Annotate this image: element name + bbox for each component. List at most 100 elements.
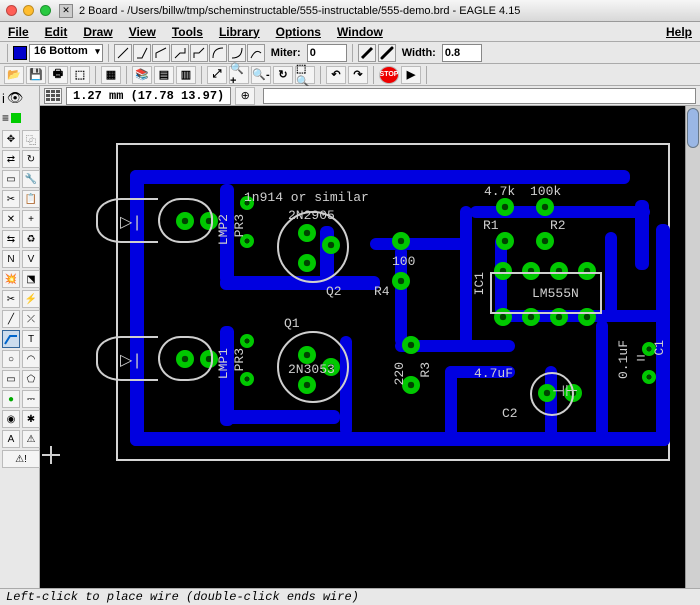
script-icon[interactable]: ▤ <box>154 66 174 84</box>
rotate-tool[interactable]: ↻ <box>22 150 40 168</box>
width-input[interactable] <box>442 44 482 62</box>
silk-c2: C2 <box>502 406 518 421</box>
text-tool[interactable]: T <box>22 330 40 348</box>
route-tool[interactable]: ╱ <box>2 310 20 328</box>
menu-bar: File Edit Draw View Tools Library Option… <box>0 22 700 42</box>
add-tool[interactable]: + <box>22 210 40 228</box>
bend-style-3[interactable] <box>152 44 170 62</box>
cut-tool[interactable]: ✂ <box>2 190 20 208</box>
copy-tool[interactable]: ⿻ <box>22 130 40 148</box>
layer-select[interactable]: 16 Bottom <box>29 44 103 62</box>
smash-tool[interactable]: 💥 <box>2 270 20 288</box>
wire-cap-1[interactable] <box>358 44 376 62</box>
zoom-select-icon[interactable]: ⬚🔍 <box>295 66 315 84</box>
redo-icon[interactable]: ↷ <box>348 66 368 84</box>
circle-tool[interactable]: ○ <box>2 350 20 368</box>
rect-tool[interactable]: ▭ <box>2 370 20 388</box>
change-tool[interactable]: 🔧 <box>22 170 40 188</box>
command-toolbox: i 👁 ≡ ✥ ⿻ ⇄ ↻ ▭ 🔧 ✂ 📋 ✕ + ⇆ ♻ N V 💥 ⬔ ✂ … <box>0 86 40 588</box>
group-tool[interactable]: ▭ <box>2 170 20 188</box>
stop-icon[interactable]: STOP <box>379 66 399 84</box>
bend-style-2[interactable] <box>133 44 151 62</box>
go-icon[interactable]: ▶ <box>401 66 421 84</box>
silk-pr3-top: PR3 <box>232 214 247 237</box>
wire-bend-group <box>114 44 265 62</box>
save-icon[interactable]: 💾 <box>26 66 46 84</box>
name-tool[interactable]: N <box>2 250 20 268</box>
miter-tool[interactable]: ⬔ <box>22 270 40 288</box>
menu-tools[interactable]: Tools <box>172 25 203 39</box>
open-icon[interactable]: 📂 <box>4 66 24 84</box>
bend-style-1[interactable] <box>114 44 132 62</box>
menu-draw[interactable]: Draw <box>83 25 112 39</box>
menu-file[interactable]: File <box>8 25 29 39</box>
mirror-tool[interactable]: ⇄ <box>2 150 20 168</box>
minimize-window[interactable] <box>23 5 34 16</box>
silk-100k: 100k <box>530 184 561 199</box>
polygon-tool[interactable]: ⬠ <box>22 370 40 388</box>
value-tool[interactable]: V <box>22 250 40 268</box>
hole-tool[interactable]: ◉ <box>2 410 20 428</box>
erc-tool[interactable]: ⚠ <box>22 430 40 448</box>
command-input[interactable] <box>263 88 696 104</box>
eye-icon[interactable]: 👁 <box>7 90 24 106</box>
delete-tool[interactable]: ✕ <box>2 210 20 228</box>
info-icon[interactable]: i <box>2 91 5 106</box>
close-window[interactable] <box>6 5 17 16</box>
bend-style-6[interactable] <box>209 44 227 62</box>
miter-input[interactable] <box>307 44 347 62</box>
zoom-in-icon[interactable]: 🔍+ <box>229 66 249 84</box>
replace-tool[interactable]: ♻ <box>22 230 40 248</box>
zoom-out-icon[interactable]: 🔍- <box>251 66 271 84</box>
wire-tool[interactable] <box>2 330 20 348</box>
zoom-fit-icon[interactable]: ⤢ <box>207 66 227 84</box>
bend-style-7[interactable] <box>228 44 246 62</box>
zoom-redraw-icon[interactable]: ↻ <box>273 66 293 84</box>
pinswap-tool[interactable]: ⇆ <box>2 230 20 248</box>
display-icon[interactable] <box>11 113 21 123</box>
layer-color-swatch[interactable] <box>13 46 27 60</box>
menu-help[interactable]: Help <box>666 25 692 39</box>
grid-button[interactable] <box>44 88 62 104</box>
signal-tool[interactable]: ⎓ <box>22 390 40 408</box>
undo-icon[interactable]: ↶ <box>326 66 346 84</box>
library-use-icon[interactable]: 📚 <box>132 66 152 84</box>
zoom-window[interactable] <box>40 5 51 16</box>
silk-220: 220 <box>392 362 407 385</box>
silk-r3: R3 <box>418 362 433 378</box>
menu-options[interactable]: Options <box>276 25 321 39</box>
menu-view[interactable]: View <box>129 25 156 39</box>
bend-style-5[interactable] <box>190 44 208 62</box>
menu-window[interactable]: Window <box>337 25 383 39</box>
paste-tool[interactable]: 📋 <box>22 190 40 208</box>
drc-tool[interactable]: ⚠! <box>2 450 40 468</box>
silk-ic1: IC1 <box>472 272 487 295</box>
wire-cap-2[interactable] <box>378 44 396 62</box>
cam-icon[interactable]: ⬚ <box>70 66 90 84</box>
auto-tool[interactable]: A <box>2 430 20 448</box>
split-tool[interactable]: ✂ <box>2 290 20 308</box>
bend-style-8[interactable] <box>247 44 265 62</box>
ripup-tool[interactable]: ⤫ <box>22 310 40 328</box>
menu-edit[interactable]: Edit <box>45 25 68 39</box>
vertical-scrollbar[interactable] <box>685 106 700 588</box>
print-icon[interactable]: 🖶 <box>48 66 68 84</box>
silk-diode-label: 1n914 or similar <box>244 190 369 205</box>
board-schematic-icon[interactable]: ▦ <box>101 66 121 84</box>
coord-toggle-icon[interactable]: ⊕ <box>235 87 255 105</box>
ulp-icon[interactable]: ▥ <box>176 66 196 84</box>
arc-tool[interactable]: ◠ <box>22 350 40 368</box>
silk-lmp2: LMP2 <box>216 214 231 245</box>
app-icon: ✕ <box>59 4 73 18</box>
move-tool[interactable]: ✥ <box>2 130 20 148</box>
optimize-tool[interactable]: ⚡ <box>22 290 40 308</box>
scrollbar-thumb[interactable] <box>687 108 699 148</box>
window-title: 2 Board - /Users/billw/tmp/scheminstruct… <box>79 5 694 17</box>
via-tool[interactable]: ● <box>2 390 20 408</box>
bend-style-4[interactable] <box>171 44 189 62</box>
board-editor-canvas[interactable]: ▷| ▷| = ⊣⊢ 1n914 or similar 4.7k 100k R1… <box>40 106 700 588</box>
ratsnest-tool[interactable]: ✱ <box>22 410 40 428</box>
silk-q2: Q2 <box>326 284 342 299</box>
menu-library[interactable]: Library <box>219 25 260 39</box>
layers-icon[interactable]: ≡ <box>2 111 9 125</box>
